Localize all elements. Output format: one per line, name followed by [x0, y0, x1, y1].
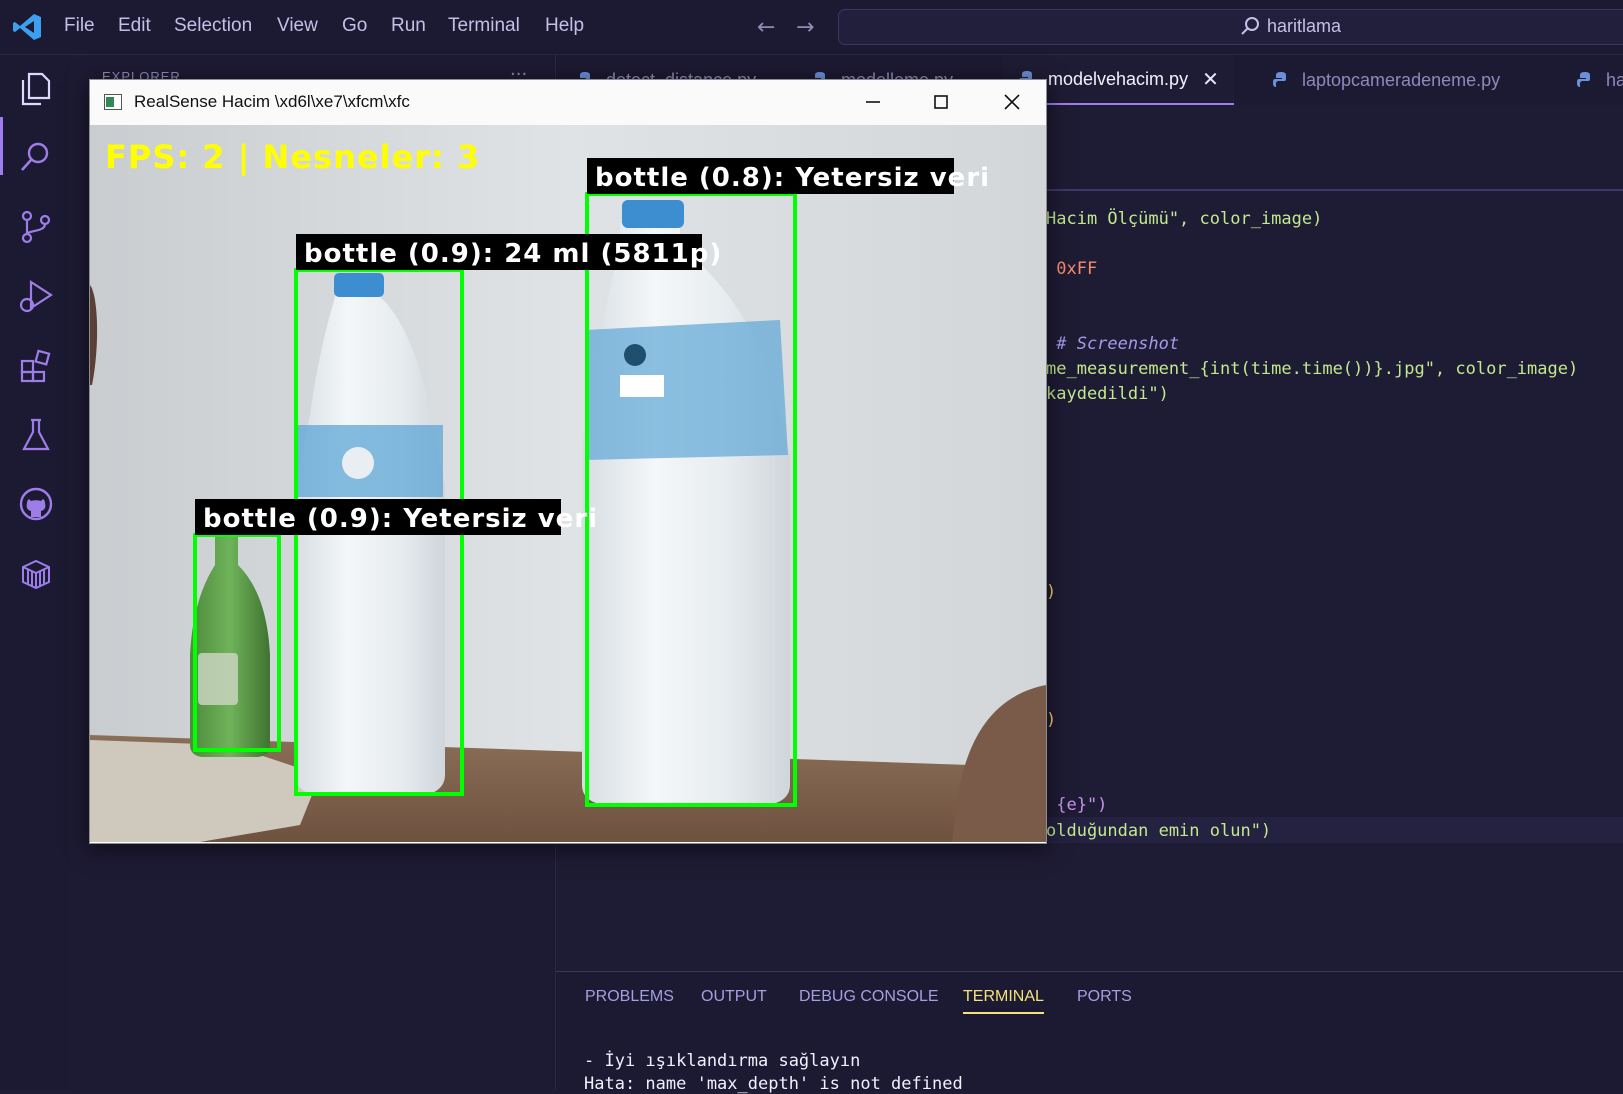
code-line: Hacim Ölçümü", color_image): [1046, 209, 1323, 229]
tab-label: modelvehacim.py: [1048, 68, 1189, 89]
fps-overlay: FPS: 2 | Nesneler: 3: [105, 138, 480, 177]
close-icon[interactable]: [1000, 90, 1024, 114]
right-bottle-logo: [624, 344, 646, 366]
panel-tab-output[interactable]: OUTPUT: [701, 988, 767, 1006]
search-icon: [1241, 17, 1259, 35]
tab-laptopcameradeneme[interactable]: laptopcameradeneme.py: [1272, 55, 1500, 105]
code-line: {e}"): [1046, 795, 1108, 815]
terminal-line: - İyi ışıklandırma sağlayın: [584, 1051, 861, 1071]
detection-label: bottle (0.8): Yetersiz veri: [595, 163, 990, 193]
tab-ha[interactable]: ha: [1576, 55, 1623, 105]
camera-scene: bottle (0.8): Yetersiz veri bottle (0.9)…: [90, 125, 1046, 842]
back-arrow-icon[interactable]: ←: [757, 15, 775, 40]
python-file-icon: [1273, 72, 1286, 87]
search-view-icon[interactable]: [17, 138, 55, 176]
active-view-indicator: [0, 117, 3, 175]
extensions-icon[interactable]: [17, 347, 55, 385]
green-bottle-label: [198, 653, 238, 705]
code-line: kaydedildi"): [1046, 384, 1169, 404]
command-center-label: haritlama: [1267, 16, 1342, 36]
close-tab-icon[interactable]: ✕: [1202, 67, 1219, 92]
code-line: olduğundan emin olun"): [1046, 821, 1272, 841]
panel-tab-terminal[interactable]: TERMINAL: [963, 988, 1044, 1014]
tab-label: laptopcameradeneme.py: [1302, 69, 1501, 90]
panel-tab-debug-console[interactable]: DEBUG CONSOLE: [799, 988, 939, 1006]
realsense-window[interactable]: RealSense Hacim \xd6l\xe7\xfcm\xfc bottl…: [89, 79, 1047, 844]
minimize-icon[interactable]: [861, 90, 885, 114]
camera-frame: bottle (0.8): Yetersiz veri bottle (0.9)…: [90, 125, 1046, 842]
middle-bottle-logo: [342, 447, 374, 479]
explorer-files-icon[interactable]: [17, 70, 55, 108]
title-bar: File Edit Selection View Go Run Terminal…: [0, 0, 1623, 55]
app-window-icon: [104, 94, 122, 110]
menu-terminal[interactable]: Terminal: [448, 15, 520, 37]
container-box-icon[interactable]: [17, 555, 55, 593]
source-control-icon[interactable]: [17, 208, 55, 246]
code-line: ): [1046, 710, 1057, 730]
right-bottle-label: [585, 320, 788, 460]
detection-label: bottle (0.9): 24 ml (5811p): [304, 239, 722, 269]
github-icon[interactable]: [17, 485, 55, 523]
middle-bottle-cap: [334, 273, 384, 297]
vscode-logo-icon[interactable]: [12, 13, 42, 41]
menu-run[interactable]: Run: [391, 15, 426, 37]
code-line: 0xFF: [1046, 259, 1098, 279]
right-bottle-cap: [622, 200, 684, 228]
forward-arrow-icon[interactable]: →: [796, 15, 814, 40]
maximize-icon[interactable]: [929, 90, 953, 114]
menu-go[interactable]: Go: [342, 15, 367, 37]
python-file-icon: [1577, 72, 1590, 87]
command-center-search[interactable]: haritlama: [838, 9, 1623, 45]
menu-edit[interactable]: Edit: [118, 15, 151, 37]
testing-flask-icon[interactable]: [17, 416, 55, 454]
detection-label: bottle (0.9): Yetersiz veri: [203, 504, 598, 534]
run-debug-icon[interactable]: [17, 277, 55, 315]
code-line: me_measurement_{int(time.time())}.jpg", …: [1046, 359, 1579, 379]
menu-view[interactable]: View: [277, 15, 318, 37]
panel-tab-problems[interactable]: PROBLEMS: [585, 988, 674, 1006]
bottom-panel: PROBLEMS OUTPUT DEBUG CONSOLE TERMINAL P…: [556, 971, 1623, 1094]
menu-help[interactable]: Help: [545, 15, 584, 37]
realsense-window-title: RealSense Hacim \xd6l\xe7\xfcm\xfc: [134, 92, 410, 111]
menu-selection[interactable]: Selection: [174, 15, 252, 37]
panel-tab-ports[interactable]: PORTS: [1077, 988, 1132, 1006]
activity-bar: [0, 55, 70, 1090]
code-line: # Screenshot: [1046, 334, 1180, 354]
terminal-line: Hata: name 'max_depth' is not defined: [584, 1074, 963, 1094]
code-line: ): [1046, 582, 1057, 602]
tab-label: ha: [1606, 69, 1623, 90]
realsense-window-titlebar[interactable]: RealSense Hacim \xd6l\xe7\xfcm\xfc: [90, 80, 1046, 125]
menu-file[interactable]: File: [64, 15, 95, 37]
barcode: [620, 375, 664, 397]
